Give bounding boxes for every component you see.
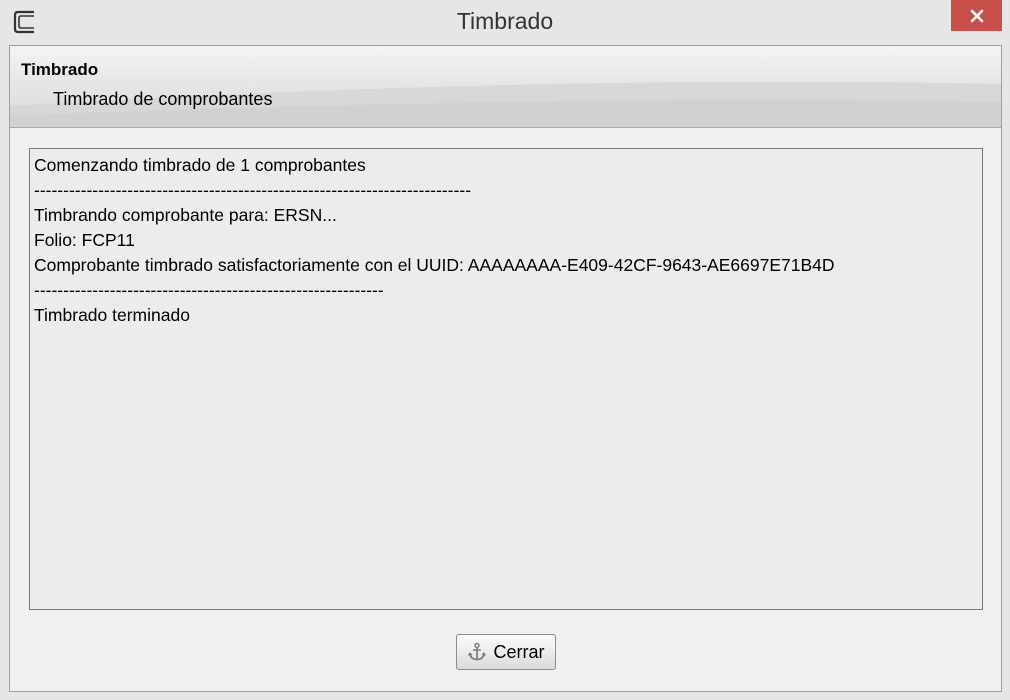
log-separator: ----------------------------------------… [34, 280, 384, 300]
cerrar-button-label: Cerrar [493, 641, 545, 662]
anchor-icon [468, 642, 487, 661]
cerrar-button[interactable]: Cerrar [456, 634, 556, 670]
log-line: Timbrado terminado [34, 305, 190, 325]
log-line: Comenzando timbrado de 1 comprobantes [34, 155, 366, 175]
window-title: Timbrado [456, 8, 554, 34]
header-banner: Timbrado Timbrado de comprobantes [10, 46, 1001, 128]
log-line: Comprobante timbrado satisfactoriamente … [34, 255, 835, 275]
log-line: Timbrando comprobante para: ERSN... [34, 205, 337, 225]
log-line: Folio: FCP11 [34, 230, 135, 250]
close-window-button[interactable] [951, 0, 1002, 31]
close-icon [970, 9, 983, 22]
log-separator: ----------------------------------------… [34, 180, 472, 200]
title-bar[interactable]: Timbrado [0, 0, 1010, 44]
header-subtitle: Timbrado de comprobantes [53, 89, 273, 109]
banner-wave-decoration [10, 81, 1001, 127]
header-title: Timbrado [21, 60, 99, 79]
dialog-window: Timbrado Timbrado Timbrado de comprobant… [0, 0, 1010, 700]
log-output[interactable]: Comenzando timbrado de 1 comprobantes --… [29, 148, 983, 610]
dialog-content: Timbrado Timbrado de comprobantes Comenz… [9, 45, 1002, 692]
